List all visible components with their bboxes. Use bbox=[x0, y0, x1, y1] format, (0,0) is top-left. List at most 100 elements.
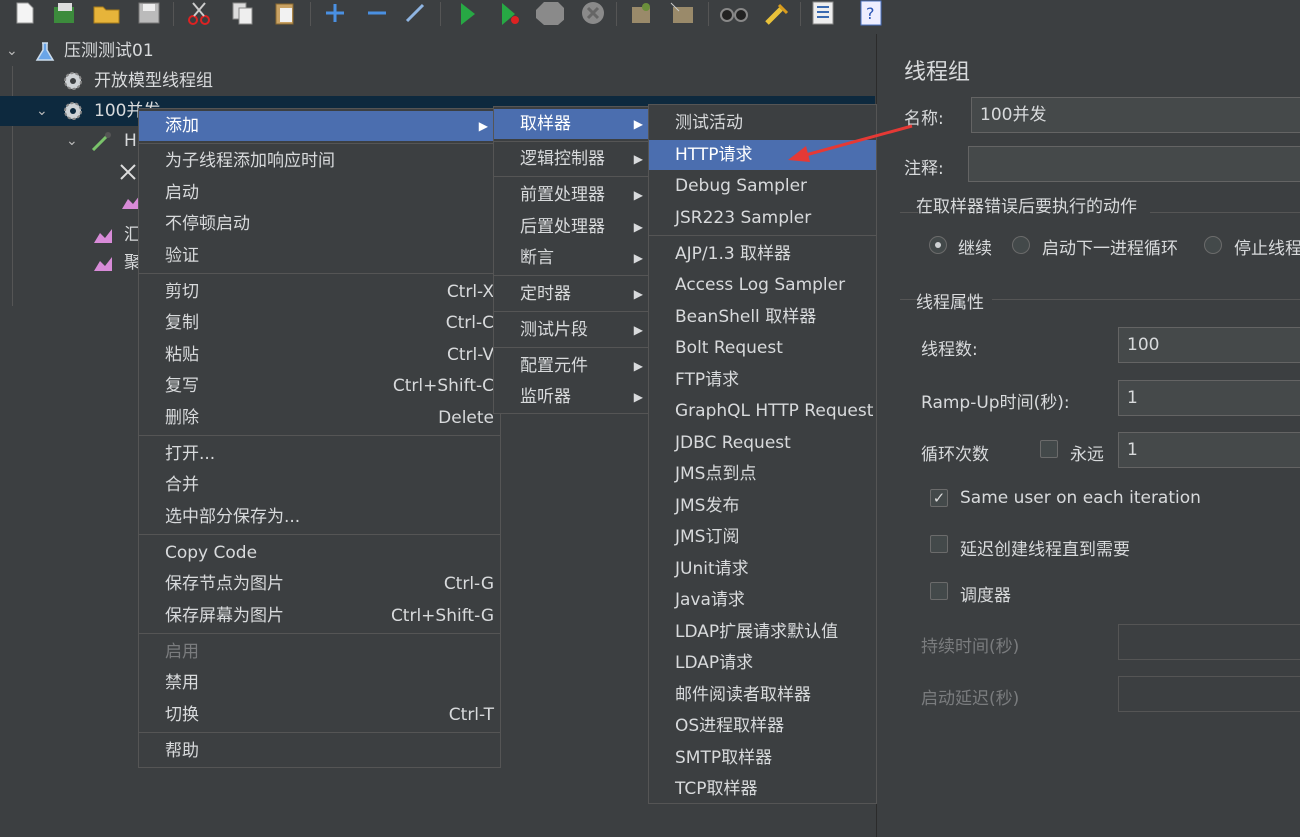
sampler-item-os-process[interactable]: OS进程取样器 bbox=[649, 711, 876, 741]
radio-continue[interactable] bbox=[929, 236, 947, 254]
menu-item-duplicate[interactable]: 复写 Ctrl+Shift-C bbox=[139, 371, 500, 401]
menu-item-label: 切换 bbox=[165, 705, 199, 725]
sampler-item-jms-publish[interactable]: JMS发布 bbox=[649, 491, 876, 521]
menu-item-label: 剪切 bbox=[165, 282, 199, 302]
startup-delay-label: 启动延迟(秒) bbox=[921, 689, 1020, 709]
expand-icon[interactable] bbox=[320, 0, 350, 26]
collapse-icon[interactable] bbox=[362, 0, 392, 26]
search-icon[interactable] bbox=[718, 0, 748, 26]
menu-item-label: 逻辑控制器 bbox=[520, 149, 605, 169]
menu-item-paste[interactable]: 粘贴 Ctrl-V bbox=[139, 340, 500, 370]
templates-icon[interactable] bbox=[50, 0, 80, 26]
menu-item-copy-code[interactable]: Copy Code bbox=[139, 538, 500, 568]
menu-item-merge[interactable]: 合并 bbox=[139, 470, 500, 500]
menu-item-start-no-pause[interactable]: 不停顿启动 bbox=[139, 209, 500, 239]
chevron-down-icon[interactable]: ⌄ bbox=[66, 126, 80, 156]
sampler-item-beanshell[interactable]: BeanShell 取样器 bbox=[649, 302, 876, 332]
submenu-item-config-element[interactable]: 配置元件 ▶ bbox=[494, 351, 655, 381]
scheduler-checkbox[interactable] bbox=[930, 582, 948, 600]
menu-item-open[interactable]: 打开... bbox=[139, 439, 500, 469]
sampler-item-jms-subscribe[interactable]: JMS订阅 bbox=[649, 522, 876, 552]
clear-icon[interactable] bbox=[626, 0, 656, 26]
sampler-item-bolt[interactable]: Bolt Request bbox=[649, 333, 876, 363]
sampler-item-access-log[interactable]: Access Log Sampler bbox=[649, 270, 876, 300]
new-icon[interactable] bbox=[10, 0, 40, 26]
sampler-submenu: 测试活动 HTTP请求 Debug Sampler JSR223 Sampler… bbox=[648, 104, 877, 804]
sampler-item-ldap[interactable]: LDAP请求 bbox=[649, 648, 876, 678]
context-menu: 添加 ▶ 为子线程添加响应时间 启动 不停顿启动 验证 剪切 Ctrl-X 复制 Ct… bbox=[138, 108, 501, 768]
radio-start-next-loop[interactable] bbox=[1012, 236, 1030, 254]
sampler-item-java[interactable]: Java请求 bbox=[649, 585, 876, 615]
stop-icon[interactable] bbox=[534, 0, 564, 26]
submenu-item-listener[interactable]: 监听器 ▶ bbox=[494, 382, 655, 412]
toggle-icon[interactable] bbox=[400, 0, 430, 26]
same-user-checkbox[interactable]: ✓ bbox=[930, 489, 948, 507]
function-helper-icon[interactable] bbox=[808, 0, 838, 26]
submenu-item-pre-processor[interactable]: 前置处理器 ▶ bbox=[494, 180, 655, 210]
sampler-item-smtp[interactable]: SMTP取样器 bbox=[649, 743, 876, 773]
sampler-item-tcp[interactable]: TCP取样器 bbox=[649, 774, 876, 804]
delay-thread-creation-checkbox[interactable] bbox=[930, 535, 948, 553]
paste-icon[interactable] bbox=[270, 0, 300, 26]
chevron-down-icon[interactable]: ⌄ bbox=[36, 96, 50, 126]
submenu-item-timer[interactable]: 定时器 ▶ bbox=[494, 279, 655, 309]
sampler-item-mail-reader[interactable]: 邮件阅读者取样器 bbox=[649, 680, 876, 710]
chevron-down-icon[interactable]: ⌄ bbox=[6, 36, 20, 66]
submenu-item-test-fragment[interactable]: 测试片段 ▶ bbox=[494, 315, 655, 345]
sampler-item-graphql[interactable]: GraphQL HTTP Request bbox=[649, 396, 876, 426]
radio-start-next-loop-label: 启动下一进程循环 bbox=[1042, 239, 1178, 259]
start-icon[interactable] bbox=[452, 0, 482, 26]
sampler-item-jdbc[interactable]: JDBC Request bbox=[649, 428, 876, 458]
menu-item-cut[interactable]: 剪切 Ctrl-X bbox=[139, 277, 500, 307]
open-icon[interactable] bbox=[92, 0, 122, 26]
cut-icon[interactable] bbox=[184, 0, 214, 26]
submenu-item-assertion[interactable]: 断言 ▶ bbox=[494, 243, 655, 273]
menu-item-label: TCP取样器 bbox=[675, 779, 758, 799]
menu-item-label: GraphQL HTTP Request bbox=[675, 401, 874, 421]
forever-checkbox[interactable] bbox=[1040, 440, 1058, 458]
menu-item-start[interactable]: 启动 bbox=[139, 178, 500, 208]
start-no-pause-icon[interactable] bbox=[494, 0, 524, 26]
threads-field[interactable]: 100 bbox=[1118, 327, 1300, 363]
submenu-item-post-processor[interactable]: 后置处理器 ▶ bbox=[494, 212, 655, 242]
sampler-item-ftp[interactable]: FTP请求 bbox=[649, 365, 876, 395]
reset-search-icon[interactable] bbox=[762, 0, 792, 26]
sampler-item-junit[interactable]: JUnit请求 bbox=[649, 554, 876, 584]
menu-item-add-think-times[interactable]: 为子线程添加响应时间 bbox=[139, 146, 500, 176]
radio-stop-thread[interactable] bbox=[1204, 236, 1222, 254]
loop-count-label: 循环次数 bbox=[921, 445, 989, 465]
menu-item-save-selection-as[interactable]: 选中部分保存为... bbox=[139, 502, 500, 532]
sampler-item-ajp[interactable]: AJP/1.3 取样器 bbox=[649, 239, 876, 269]
menu-item-label: 后置处理器 bbox=[520, 217, 605, 237]
chevron-right-icon: ▶ bbox=[633, 323, 643, 337]
clear-all-icon[interactable] bbox=[668, 0, 698, 26]
sampler-item-jsr223-sampler[interactable]: JSR223 Sampler bbox=[649, 203, 876, 233]
sampler-item-ldap-ext[interactable]: LDAP扩展请求默认值 bbox=[649, 617, 876, 647]
loop-count-field[interactable]: 1 bbox=[1118, 432, 1300, 468]
help-icon[interactable]: ? bbox=[856, 0, 886, 26]
menu-item-disable[interactable]: 禁用 bbox=[139, 668, 500, 698]
name-field[interactable]: 100并发 bbox=[971, 97, 1300, 133]
menu-item-save-node-as-image[interactable]: 保存节点为图片 Ctrl-G bbox=[139, 569, 500, 599]
submenu-item-sampler[interactable]: 取样器 ▶ bbox=[494, 109, 655, 139]
save-icon[interactable] bbox=[134, 0, 164, 26]
shortcut-label: Ctrl-V bbox=[446, 345, 494, 365]
menu-item-copy[interactable]: 复制 Ctrl-C bbox=[139, 308, 500, 338]
menu-item-help[interactable]: 帮助 bbox=[139, 736, 500, 766]
sampler-item-debug-sampler[interactable]: Debug Sampler bbox=[649, 171, 876, 201]
rampup-field[interactable]: 1 bbox=[1118, 380, 1300, 416]
copy-icon[interactable] bbox=[228, 0, 258, 26]
shutdown-icon[interactable] bbox=[578, 0, 608, 26]
menu-item-toggle[interactable]: 切换 Ctrl-T bbox=[139, 700, 500, 730]
menu-item-delete[interactable]: 删除 Delete bbox=[139, 403, 500, 433]
duration-label: 持续时间(秒) bbox=[921, 637, 1020, 657]
sampler-item-jms-p2p[interactable]: JMS点到点 bbox=[649, 459, 876, 489]
menu-item-validate[interactable]: 验证 bbox=[139, 241, 500, 271]
comment-field[interactable] bbox=[968, 146, 1300, 182]
menu-item-label: OS进程取样器 bbox=[675, 716, 785, 736]
menu-item-save-screen-as-image[interactable]: 保存屏幕为图片 Ctrl+Shift-G bbox=[139, 601, 500, 631]
menu-item-add[interactable]: 添加 ▶ bbox=[139, 111, 500, 141]
duration-field bbox=[1118, 624, 1300, 660]
menu-item-label: LDAP请求 bbox=[675, 653, 754, 673]
submenu-item-logic-controller[interactable]: 逻辑控制器 ▶ bbox=[494, 144, 655, 174]
